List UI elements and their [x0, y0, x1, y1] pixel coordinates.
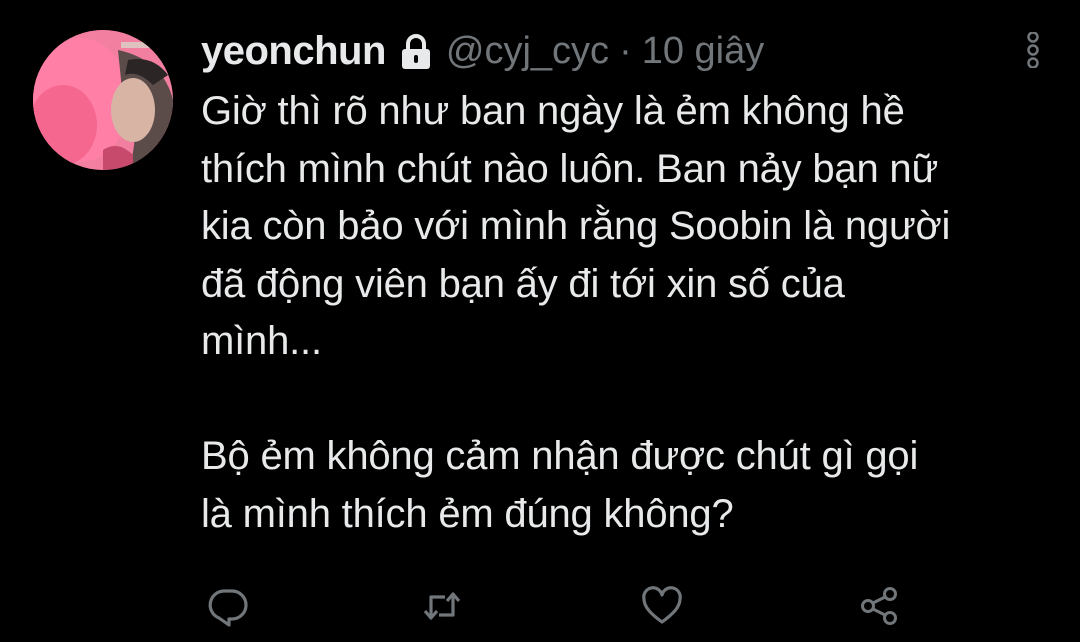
display-name[interactable]: yeonchun	[201, 29, 386, 74]
share-button[interactable]	[857, 584, 901, 628]
action-bar	[0, 584, 1080, 634]
separator-dot: ·	[619, 29, 632, 72]
reply-button[interactable]	[206, 584, 250, 628]
retweet-icon	[423, 592, 461, 620]
lock-icon	[396, 31, 436, 71]
avatar[interactable]	[33, 30, 173, 170]
retweet-button[interactable]	[420, 584, 464, 628]
user-handle[interactable]: @cyj_cyc	[446, 30, 609, 73]
reply-icon	[208, 589, 248, 627]
avatar-image	[33, 30, 173, 170]
like-button[interactable]	[640, 584, 684, 628]
heart-icon	[642, 586, 682, 624]
more-options-icon[interactable]	[1026, 31, 1040, 69]
tweet-header: yeonchun @cyj_cyc · 10 giây	[201, 26, 764, 76]
tweet[interactable]: yeonchun @cyj_cyc · 10 giây Giờ thì rõ n…	[0, 0, 1080, 642]
timestamp[interactable]: 10 giây	[642, 30, 765, 73]
tweet-text: Giờ thì rõ như ban ngày là ẻm không hề t…	[201, 89, 951, 536]
share-icon	[861, 587, 897, 625]
